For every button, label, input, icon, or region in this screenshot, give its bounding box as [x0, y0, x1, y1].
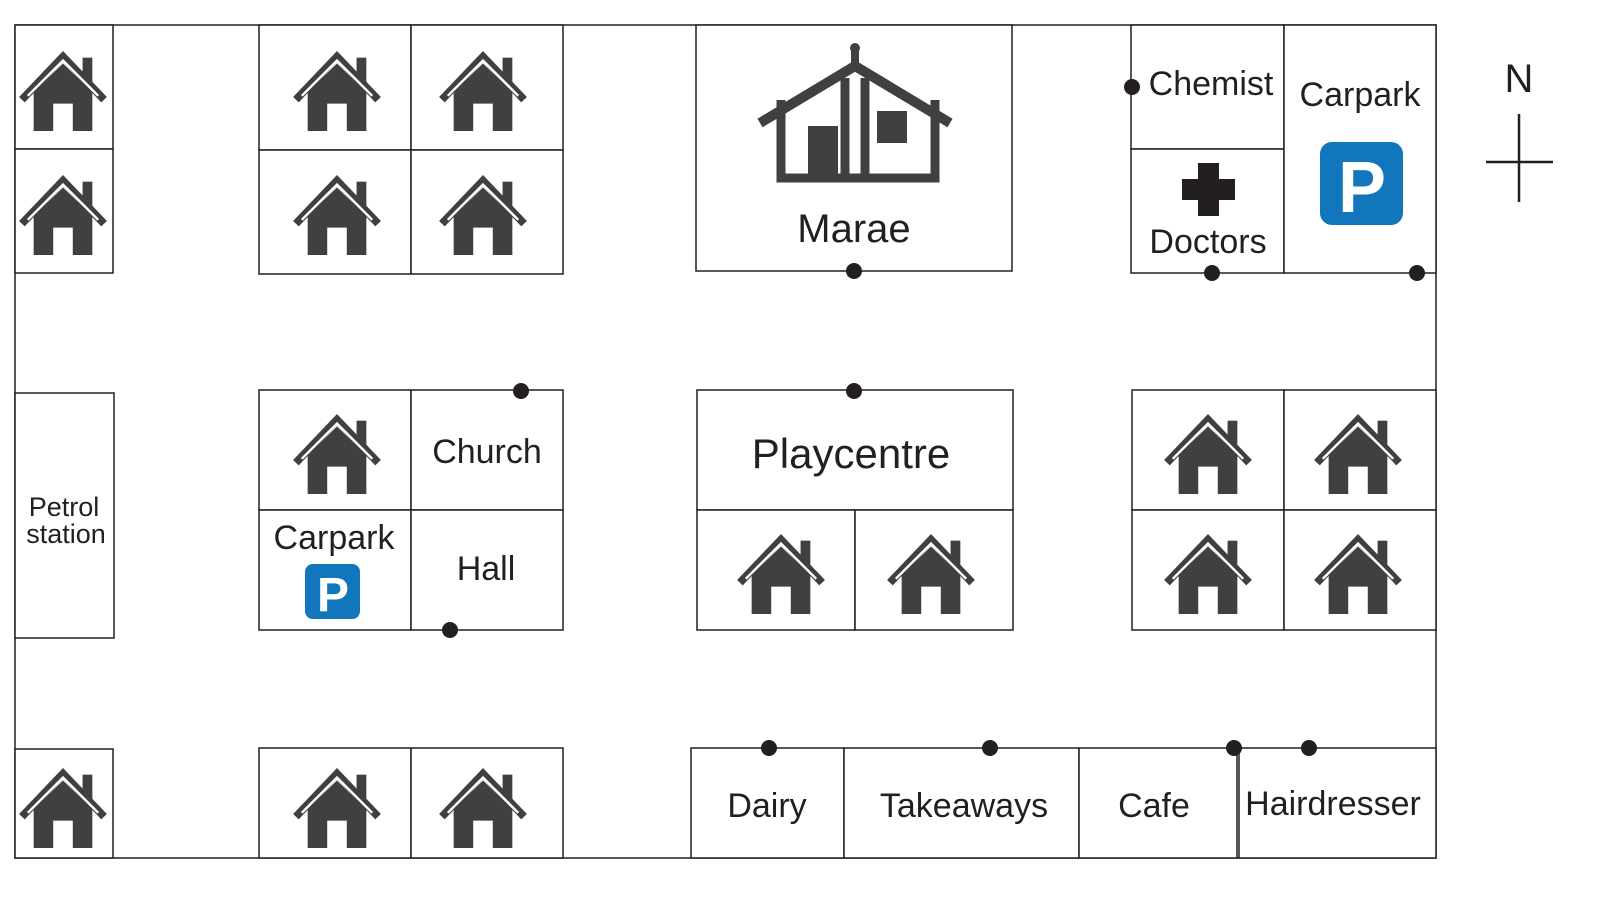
block-central-east [1131, 389, 1437, 631]
block-central-west: Church Carpark P Hall [258, 389, 564, 631]
hall-label: Hall [457, 550, 516, 588]
chemist-label: Chemist [1149, 65, 1274, 103]
parking-sign-letter: P [1338, 148, 1386, 228]
petrol-station[interactable]: Petrol station [14, 392, 115, 639]
block-south: Dairy Takeaways Cafe Hairdresser [14, 747, 1437, 859]
church-label: Church [432, 433, 542, 471]
entrance-dot [1204, 265, 1220, 281]
entrance-dot [1409, 265, 1425, 281]
hairdresser-label: Hairdresser [1245, 785, 1421, 823]
entrance-dot [1124, 79, 1140, 95]
marae-label: Marae [797, 207, 910, 251]
marae[interactable]: Marae [695, 24, 1013, 272]
takeaways-label: Takeaways [880, 787, 1048, 825]
entrance-dot [513, 383, 529, 399]
dairy-label: Dairy [727, 787, 806, 825]
entrance-dot [761, 740, 777, 756]
entrance-dot [982, 740, 998, 756]
entrance-dot [846, 383, 862, 399]
parking-sign-letter: P [317, 569, 349, 622]
entrance-dot [1301, 740, 1317, 756]
compass-icon: N [1486, 57, 1553, 202]
block-central: Playcentre [696, 389, 1014, 631]
entrance-dot [442, 622, 458, 638]
carpark-central-label: Carpark [274, 519, 396, 557]
cafe-label: Cafe [1118, 787, 1190, 825]
petrol-label-line2: station [26, 519, 106, 549]
north-label: N [1505, 57, 1534, 101]
entrance-dot [1226, 740, 1242, 756]
playcentre-label: Playcentre [752, 430, 950, 477]
entrance-dot [846, 263, 862, 279]
block-northeast: Chemist Doctors Carpark P [1130, 24, 1437, 274]
town-map: Marae Chemist Doctors Carpark P Petrol s… [14, 24, 1553, 859]
doctors-label: Doctors [1149, 223, 1266, 261]
petrol-label-line1: Petrol [29, 492, 100, 522]
carpark-north-label: Carpark [1300, 76, 1422, 114]
